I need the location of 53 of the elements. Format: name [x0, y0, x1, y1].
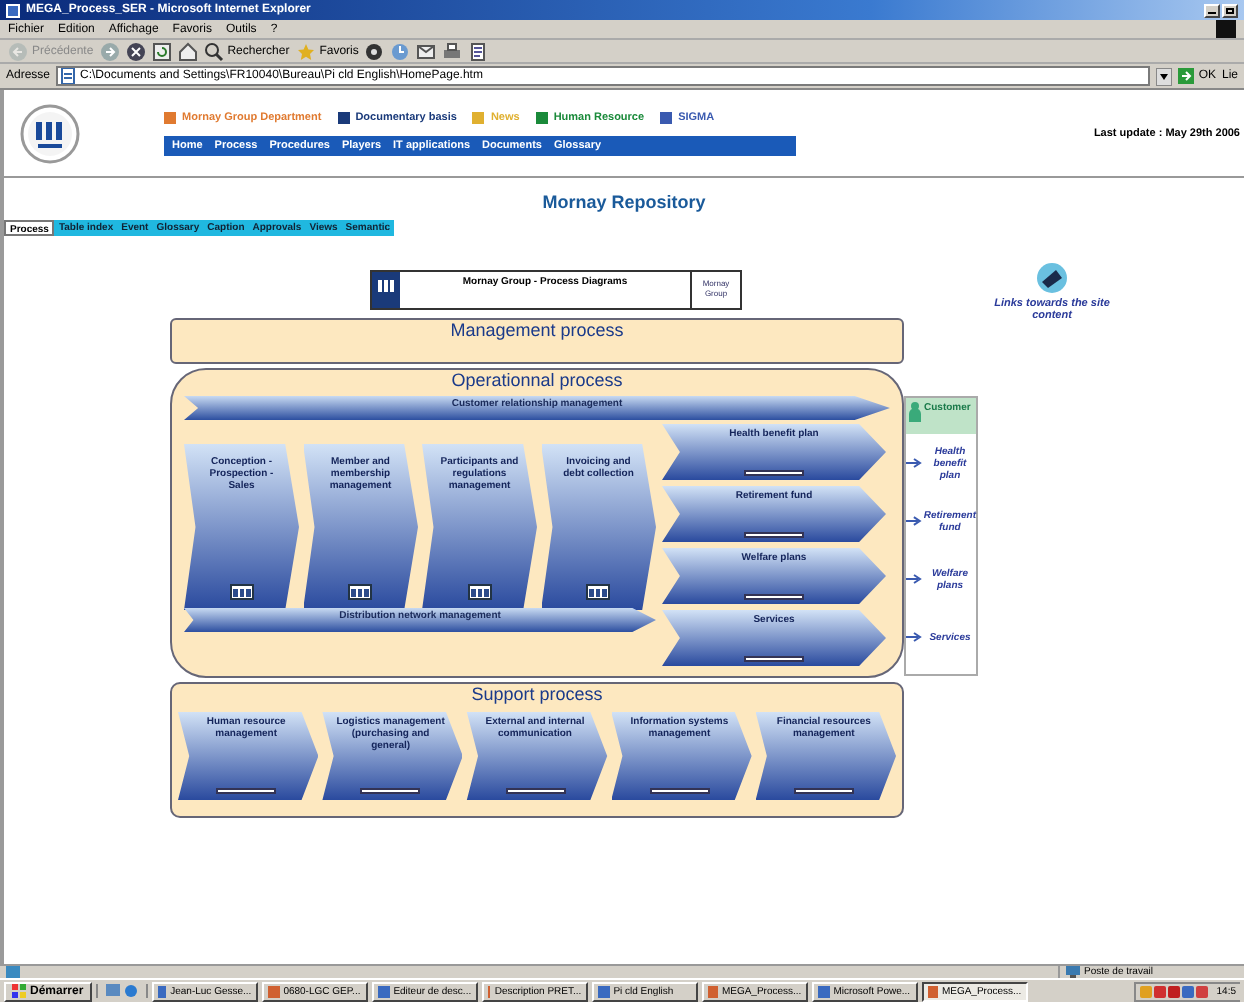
stop-icon[interactable]: [125, 40, 146, 62]
media-icon[interactable]: [364, 40, 385, 62]
home-icon[interactable]: [177, 40, 198, 62]
dropdown-caret-icon[interactable]: [1156, 67, 1173, 85]
refresh-icon[interactable]: [151, 40, 172, 62]
back-arrow-icon: [8, 41, 28, 61]
table-icon[interactable]: [348, 584, 373, 600]
page-title: Mornay Repository: [542, 192, 706, 212]
table-icon[interactable]: [467, 584, 492, 600]
link-bar[interactable]: [744, 656, 804, 662]
windows-flag-icon: [12, 984, 26, 998]
app-icon: [377, 985, 390, 997]
band-title: Support process: [469, 684, 605, 706]
browser-icon[interactable]: [123, 984, 138, 998]
search-icon: [203, 41, 224, 61]
printer-icon[interactable]: [442, 40, 463, 62]
arrow-icon: [906, 516, 922, 526]
band-title: Management process: [448, 320, 626, 342]
minimize-button[interactable]: [1204, 3, 1220, 17]
arrow-icon: [906, 574, 922, 584]
book-icon[interactable]: [1034, 262, 1070, 294]
arrow-icon: [906, 632, 922, 642]
app-icon: [927, 985, 938, 997]
arrow-icon: [906, 458, 922, 468]
company-logo: [372, 272, 400, 308]
page-icon[interactable]: [468, 40, 489, 62]
computer-icon: [1066, 966, 1080, 978]
table-icon[interactable]: [586, 584, 611, 600]
mail-icon[interactable]: [416, 40, 437, 62]
star-icon: [295, 41, 316, 61]
link-bar[interactable]: [744, 470, 804, 476]
browser-icon: [6, 3, 20, 17]
app-icon: [817, 985, 830, 997]
link-bar[interactable]: [793, 788, 854, 794]
table-icon[interactable]: [229, 584, 254, 600]
app-icon: [597, 985, 610, 997]
go-arrow-icon: [1178, 68, 1195, 84]
link-bar[interactable]: [649, 788, 710, 794]
person-icon: [908, 402, 922, 422]
link-bar[interactable]: [744, 532, 804, 538]
app-icon: [267, 985, 280, 997]
maximize-button[interactable]: [1222, 3, 1238, 17]
app-icon: [707, 985, 718, 997]
app-icon: [157, 985, 167, 997]
page-icon: [60, 68, 77, 84]
browser-logo: [1216, 20, 1236, 38]
page-icon: [6, 966, 20, 978]
link-bar[interactable]: [744, 594, 804, 600]
link-bar[interactable]: [505, 788, 565, 794]
link-bar[interactable]: [216, 788, 277, 794]
band-title: Operationnal process: [449, 370, 625, 392]
link-bar[interactable]: [360, 788, 421, 794]
company-logo[interactable]: [20, 103, 80, 163]
